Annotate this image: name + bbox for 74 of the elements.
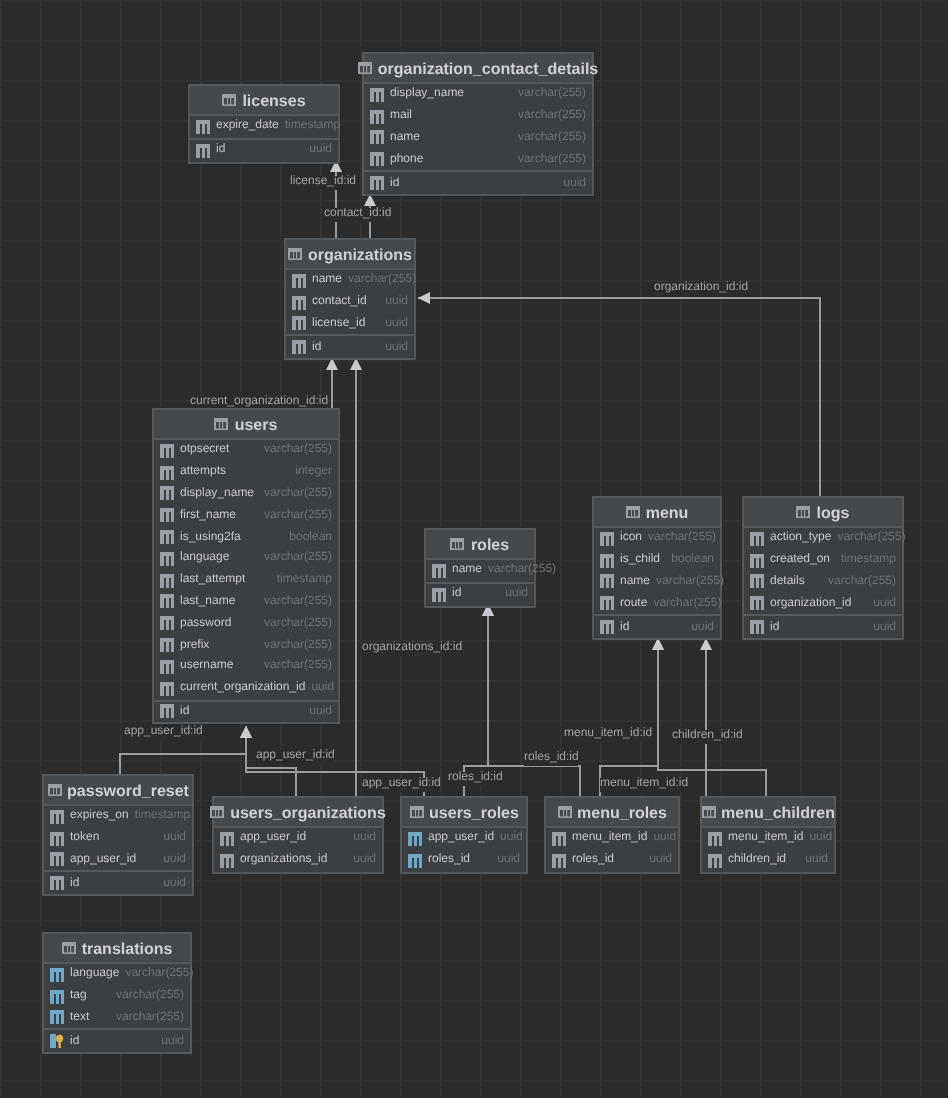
table-icon (625, 506, 640, 518)
table-icon (61, 942, 76, 954)
column-icon (196, 143, 210, 158)
column-icon (750, 620, 764, 635)
column-icon (160, 551, 174, 566)
column-icon (196, 119, 210, 134)
column-icon (750, 574, 764, 589)
column-icon (600, 553, 614, 568)
column-icon (432, 563, 446, 578)
column-icon (160, 573, 174, 588)
column-icon (160, 704, 174, 719)
column-icon (432, 587, 446, 602)
column-icon (160, 443, 174, 458)
column-icon (708, 853, 722, 868)
table-title: users (234, 415, 278, 433)
column-icon (160, 659, 174, 674)
column-icon (160, 486, 174, 501)
column-icon (50, 831, 64, 846)
table-title: password_reset (67, 781, 189, 799)
table-title: users_organizations (230, 803, 386, 821)
column-icon (370, 152, 384, 167)
column-icon (50, 967, 64, 982)
table-icon (214, 418, 229, 430)
column-icon (50, 989, 64, 1004)
column-icon (292, 273, 306, 288)
table-title: organizations (307, 245, 412, 263)
column-icon (370, 130, 384, 145)
column-icon (160, 530, 174, 545)
column-icon (370, 87, 384, 102)
column-icon (408, 853, 422, 868)
column-icon (160, 508, 174, 523)
column-icon (408, 831, 422, 846)
column-icon (292, 340, 306, 355)
column-icon (600, 596, 614, 611)
column-icon (292, 295, 306, 310)
column-icon (160, 681, 174, 696)
column-icon (220, 831, 234, 846)
column-icon (292, 316, 306, 331)
column-icon (160, 616, 174, 631)
column-icon (750, 531, 764, 546)
column-icon (370, 109, 384, 124)
connector-line (326, 357, 338, 409)
table-title: users_roles (429, 803, 519, 821)
table-icon (450, 538, 465, 550)
column-icon (50, 809, 64, 824)
column-icon (600, 531, 614, 546)
table-title: menu_roles (577, 803, 667, 821)
column-icon (160, 594, 174, 609)
column-icon (750, 596, 764, 611)
column-icon (370, 176, 384, 191)
column-icon (50, 852, 64, 867)
column-icon (220, 853, 234, 868)
column-icon (708, 831, 722, 846)
table-title: roles (470, 535, 510, 553)
table-icon (796, 506, 811, 518)
column-icon (750, 553, 764, 568)
table-title: organization_contact_details (377, 59, 599, 77)
table-title: logs (816, 503, 850, 521)
column-icon (160, 638, 174, 653)
column-icon (600, 574, 614, 589)
key-icon (50, 1034, 64, 1049)
table-icon (409, 806, 424, 818)
table-title: menu (645, 503, 689, 521)
table-icon (557, 806, 572, 818)
column-icon (160, 465, 174, 480)
column-icon (50, 1010, 64, 1025)
column-icon (50, 876, 64, 891)
column-icon (552, 831, 566, 846)
table-title: licenses (242, 91, 306, 109)
table-title: translations (81, 939, 173, 957)
column-icon (552, 853, 566, 868)
table-icon (222, 94, 237, 106)
column-icon (600, 620, 614, 635)
table-title: menu_children (721, 803, 835, 821)
